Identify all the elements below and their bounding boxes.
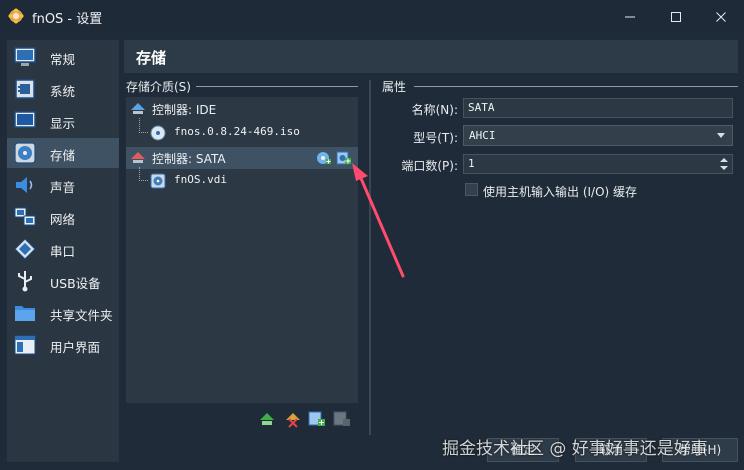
tree-row-sata-controller[interactable]: 控制器: SATA bbox=[126, 147, 358, 169]
sidebar-item-system[interactable]: 系统 bbox=[7, 74, 119, 104]
chevron-down-icon bbox=[717, 133, 725, 138]
sidebar-item-label: 常规 bbox=[50, 52, 76, 67]
close-icon bbox=[716, 11, 726, 22]
type-select[interactable]: AHCI bbox=[463, 125, 733, 146]
host-io-cache-label: 使用主机输入输出 (I/O) 缓存 bbox=[483, 185, 638, 199]
panel-divider bbox=[369, 80, 371, 435]
minimize-button[interactable] bbox=[607, 0, 653, 33]
monitor-icon bbox=[14, 47, 36, 66]
sidebar-item-label: 系统 bbox=[50, 84, 76, 99]
disk-icon bbox=[14, 142, 36, 164]
sidebar-item-label: 共享文件夹 bbox=[50, 308, 113, 323]
chip-icon bbox=[15, 79, 35, 99]
host-io-cache-checkbox[interactable] bbox=[465, 183, 478, 196]
usb-icon bbox=[18, 271, 32, 292]
title-bar: fnOS - 设置 bbox=[0, 0, 744, 33]
storage-group-label: 存储介质(S) bbox=[126, 80, 191, 94]
network-icon bbox=[14, 207, 36, 226]
type-label: 型号(T): bbox=[413, 131, 458, 145]
controller-icon bbox=[131, 103, 145, 114]
sidebar-item-label: 用户界面 bbox=[50, 340, 101, 355]
optical-disc-icon bbox=[150, 125, 166, 141]
sidebar-item-shared-folders[interactable]: 共享文件夹 bbox=[7, 298, 119, 328]
watermark-text: 掘金技术社区 @ 好事好事还是好事 bbox=[442, 439, 708, 459]
maximize-icon bbox=[671, 11, 681, 22]
close-button[interactable] bbox=[698, 0, 744, 33]
remove-attachment-icon[interactable] bbox=[333, 410, 351, 428]
sidebar-item-label: USB设备 bbox=[50, 276, 101, 291]
sidebar-item-general[interactable]: 常规 bbox=[7, 42, 119, 72]
sidebar-item-usb[interactable]: USB设备 bbox=[7, 266, 119, 296]
port-count-value: 1 bbox=[468, 157, 475, 170]
tree-row-iso[interactable]: fnos.0.8.24-469.iso bbox=[126, 122, 358, 144]
add-optical-drive-icon[interactable] bbox=[316, 150, 332, 166]
add-controller-icon[interactable] bbox=[258, 410, 276, 428]
maximize-button[interactable] bbox=[653, 0, 699, 33]
remove-controller-icon[interactable] bbox=[284, 410, 302, 428]
sidebar-item-label: 显示 bbox=[50, 116, 76, 131]
tree-item-label: fnOS.vdi bbox=[174, 173, 227, 186]
page-header: 存储 bbox=[124, 40, 738, 73]
sidebar-item-display[interactable]: 显示 bbox=[7, 106, 119, 136]
storage-tree[interactable]: 控制器: IDE fnos.0.8.24-469.iso 控制器: SATA f… bbox=[126, 97, 358, 403]
port-count-stepper[interactable]: 1 bbox=[463, 154, 733, 174]
group-divider bbox=[196, 86, 358, 87]
serial-port-icon bbox=[14, 238, 36, 260]
tree-item-label: 控制器: SATA bbox=[152, 152, 226, 166]
tree-row-vdi[interactable]: fnOS.vdi bbox=[126, 170, 358, 192]
add-attachment-icon[interactable] bbox=[308, 410, 326, 428]
sidebar-item-label: 声音 bbox=[50, 180, 76, 195]
hard-disk-icon bbox=[150, 173, 166, 189]
speaker-icon bbox=[16, 177, 33, 193]
sidebar-item-label: 网络 bbox=[50, 212, 76, 227]
sidebar-item-storage[interactable]: 存储 bbox=[7, 138, 119, 168]
sidebar-item-label: 存储 bbox=[50, 148, 76, 163]
window-title: fnOS - 设置 bbox=[32, 12, 103, 27]
tree-item-label: 控制器: IDE bbox=[152, 103, 217, 117]
controller-icon bbox=[131, 152, 145, 163]
attributes-group-label: 属性 bbox=[382, 80, 407, 94]
sidebar-item-label: 串口 bbox=[50, 244, 76, 259]
settings-sidebar: 常规 系统 显示 存储 声音 网络 串口 USB设备 共享文件夹 用户界面 bbox=[7, 40, 119, 462]
port-count-label: 端口数(P): bbox=[401, 159, 458, 173]
folder-icon bbox=[15, 306, 35, 321]
display-icon bbox=[14, 111, 36, 128]
add-hard-disk-icon[interactable] bbox=[336, 150, 352, 166]
sidebar-item-audio[interactable]: 声音 bbox=[7, 170, 119, 200]
sidebar-item-network[interactable]: 网络 bbox=[7, 202, 119, 232]
sidebar-item-serial[interactable]: 串口 bbox=[7, 234, 119, 264]
type-select-value: AHCI bbox=[469, 129, 496, 142]
gear-flower-icon bbox=[8, 8, 24, 24]
tree-item-label: fnos.0.8.24-469.iso bbox=[174, 125, 300, 138]
minimize-icon bbox=[625, 16, 635, 17]
group-divider bbox=[414, 86, 738, 87]
page-title: 存储 bbox=[136, 49, 167, 67]
sidebar-item-user-interface[interactable]: 用户界面 bbox=[7, 330, 119, 360]
name-field[interactable]: SATA bbox=[463, 98, 733, 118]
name-label: 名称(N): bbox=[411, 103, 458, 117]
window-ui-icon bbox=[14, 335, 36, 355]
spin-arrows-icon[interactable] bbox=[717, 156, 731, 172]
tree-row-ide-controller[interactable]: 控制器: IDE bbox=[126, 98, 358, 120]
